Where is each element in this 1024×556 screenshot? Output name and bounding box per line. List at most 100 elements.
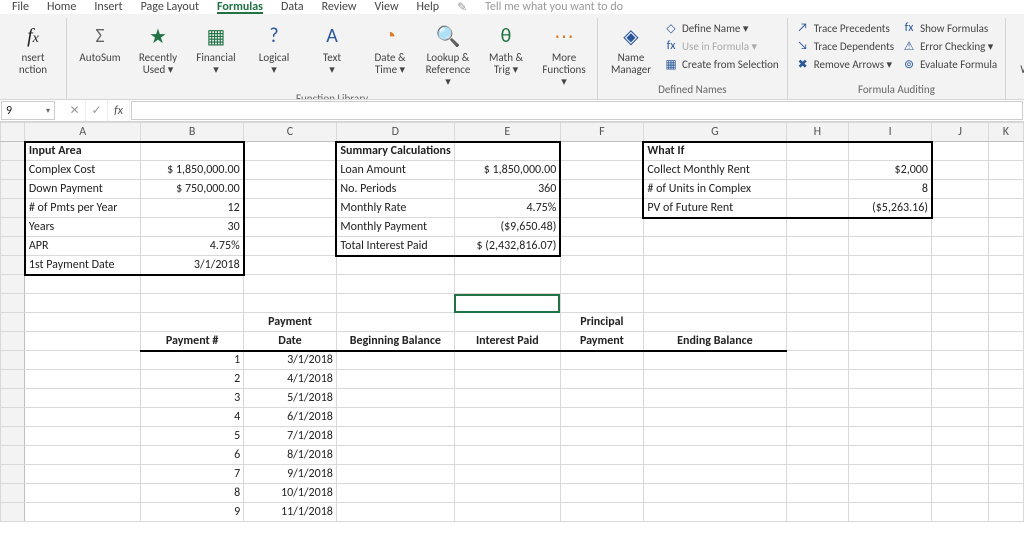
cell-H15[interactable] <box>787 408 849 427</box>
insert-function-button[interactable]: fx nsertnction <box>6 20 60 78</box>
cell-C4[interactable] <box>244 199 337 218</box>
cell-A16[interactable] <box>25 427 141 446</box>
cell-I15[interactable] <box>848 408 932 427</box>
cell-E2[interactable]: $ 1,850,000.00 <box>454 161 560 180</box>
row-header-9[interactable] <box>1 294 25 313</box>
cell-K14[interactable] <box>988 389 1023 408</box>
cell-F17[interactable] <box>560 446 643 465</box>
cell-D10[interactable] <box>336 313 454 332</box>
cell-F2[interactable] <box>560 161 643 180</box>
cell-C10[interactable]: Payment <box>244 313 337 332</box>
cell-A4[interactable]: # of Pmts per Year <box>25 199 141 218</box>
row-header-4[interactable] <box>1 199 25 218</box>
cell-A18[interactable] <box>25 465 141 484</box>
cell-H12[interactable] <box>787 351 849 370</box>
cell-H3[interactable] <box>787 180 849 199</box>
financial-button[interactable]: ▦ Financial▾ <box>189 20 243 78</box>
cell-G4[interactable]: PV of Future Rent <box>643 199 786 218</box>
cell-D2[interactable]: Loan Amount <box>336 161 454 180</box>
menu-review[interactable]: Review <box>322 0 357 14</box>
cell-I7[interactable] <box>848 256 932 275</box>
cell-B1[interactable] <box>141 142 244 161</box>
cell-K15[interactable] <box>988 408 1023 427</box>
menu-home[interactable]: Home <box>47 0 76 14</box>
cell-C13[interactable]: 4/1/2018 <box>244 370 337 389</box>
cell-F6[interactable] <box>560 237 643 256</box>
col-header-A[interactable]: A <box>25 123 141 142</box>
cell-K4[interactable] <box>988 199 1023 218</box>
cell-E20[interactable] <box>454 503 560 522</box>
row-header-15[interactable] <box>1 408 25 427</box>
cell-C16[interactable]: 7/1/2018 <box>244 427 337 446</box>
cell-D5[interactable]: Monthly Payment <box>336 218 454 237</box>
name-box[interactable]: 9 ▾ <box>1 101 55 120</box>
cell-A17[interactable] <box>25 446 141 465</box>
row-header-12[interactable] <box>1 351 25 370</box>
cell-A8[interactable] <box>25 275 141 294</box>
cell-I16[interactable] <box>848 427 932 446</box>
cell-G3[interactable]: # of Units in Complex <box>643 180 786 199</box>
cell-J16[interactable] <box>932 427 988 446</box>
cell-F20[interactable] <box>560 503 643 522</box>
row-header-10[interactable] <box>1 313 25 332</box>
menu-file[interactable]: File <box>12 0 29 14</box>
cell-E8[interactable] <box>454 275 560 294</box>
select-all-corner[interactable] <box>1 123 25 142</box>
formula-input[interactable] <box>131 101 1023 120</box>
cell-J1[interactable] <box>932 142 988 161</box>
lookup--button[interactable]: 🔍 Lookup &Reference ▾ <box>421 20 475 90</box>
cell-B16[interactable]: 5 <box>141 427 244 446</box>
cell-K19[interactable] <box>988 484 1023 503</box>
cell-D7[interactable] <box>336 256 454 275</box>
row-header-16[interactable] <box>1 427 25 446</box>
cell-I1[interactable] <box>848 142 932 161</box>
cell-G1[interactable]: What If <box>643 142 786 161</box>
menu-pagelayout[interactable]: Page Layout <box>141 0 199 14</box>
cell-A12[interactable] <box>25 351 141 370</box>
cell-B2[interactable]: $ 1,850,000.00 <box>141 161 244 180</box>
cell-I13[interactable] <box>848 370 932 389</box>
cell-K5[interactable] <box>988 218 1023 237</box>
cell-I10[interactable] <box>848 313 932 332</box>
cell-D20[interactable] <box>336 503 454 522</box>
cell-D17[interactable] <box>336 446 454 465</box>
cell-D1[interactable]: Summary Calculations <box>336 142 454 161</box>
cell-A13[interactable] <box>25 370 141 389</box>
cell-C12[interactable]: 3/1/2018 <box>244 351 337 370</box>
row-header-20[interactable] <box>1 503 25 522</box>
cell-D15[interactable] <box>336 408 454 427</box>
cell-K8[interactable] <box>988 275 1023 294</box>
cell-J8[interactable] <box>932 275 988 294</box>
cell-E11[interactable]: Interest Paid <box>454 332 560 351</box>
row-header-3[interactable] <box>1 180 25 199</box>
cell-B11[interactable]: Payment # <box>141 332 244 351</box>
cell-H16[interactable] <box>787 427 849 446</box>
name-manager-button[interactable]: ◈ NameManager <box>604 20 658 78</box>
cell-J20[interactable] <box>932 503 988 522</box>
cell-C2[interactable] <box>244 161 337 180</box>
cell-C6[interactable] <box>244 237 337 256</box>
cell-E1[interactable] <box>454 142 560 161</box>
autosum-button[interactable]: Σ AutoSum <box>73 20 127 66</box>
defined-name-item[interactable]: ▦Create from Selection <box>662 56 781 72</box>
cell-E17[interactable] <box>454 446 560 465</box>
cell-B15[interactable]: 4 <box>141 408 244 427</box>
cell-C11[interactable]: Date <box>244 332 337 351</box>
cell-J18[interactable] <box>932 465 988 484</box>
cell-J19[interactable] <box>932 484 988 503</box>
cell-K13[interactable] <box>988 370 1023 389</box>
cell-A6[interactable]: APR <box>25 237 141 256</box>
cell-K16[interactable] <box>988 427 1023 446</box>
cell-B14[interactable]: 3 <box>141 389 244 408</box>
cell-E10[interactable] <box>454 313 560 332</box>
cell-B17[interactable]: 6 <box>141 446 244 465</box>
cell-K1[interactable] <box>988 142 1023 161</box>
cell-H18[interactable] <box>787 465 849 484</box>
col-header-G[interactable]: G <box>643 123 786 142</box>
cell-E18[interactable] <box>454 465 560 484</box>
cell-F7[interactable] <box>560 256 643 275</box>
cell-A10[interactable] <box>25 313 141 332</box>
cell-B3[interactable]: $ 750,000.00 <box>141 180 244 199</box>
cell-F10[interactable]: Principal <box>560 313 643 332</box>
cell-C1[interactable] <box>244 142 337 161</box>
